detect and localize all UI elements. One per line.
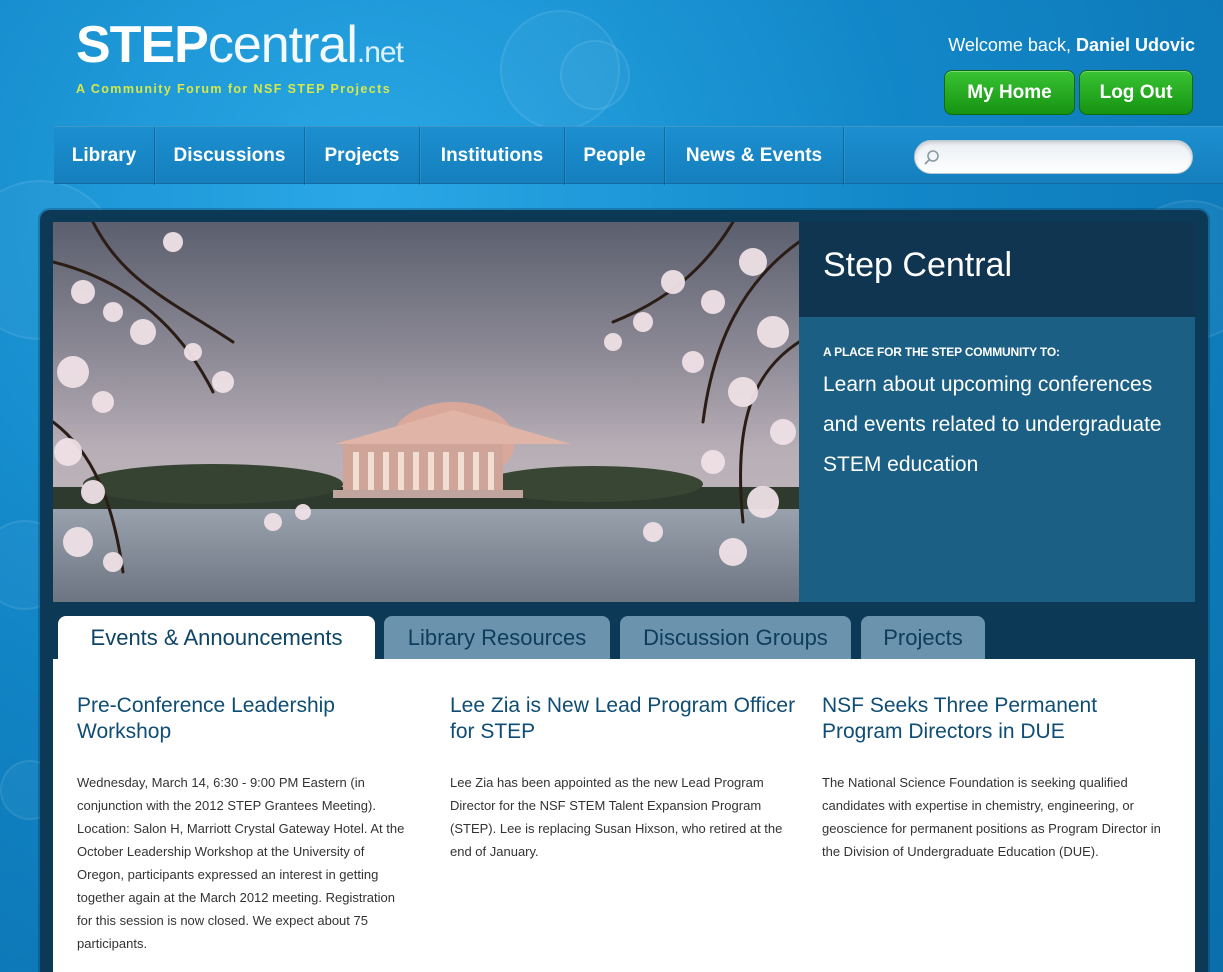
article-body: Wednesday, March 14, 6:30 - 9:00 PM East… xyxy=(77,775,405,951)
tab-content: Pre-Conference Leadership Workshop Wedne… xyxy=(53,659,1195,972)
tab-library-resources[interactable]: Library Resources xyxy=(384,616,610,659)
nav-item-discussions[interactable]: Discussions xyxy=(155,127,305,185)
article-body: Lee Zia has been appointed as the new Le… xyxy=(450,775,783,859)
logo-light-text: central xyxy=(207,16,358,74)
article-title[interactable]: Lee Zia is New Lead Program Officer for … xyxy=(450,693,800,745)
hero-image xyxy=(53,222,799,602)
nav-item-people[interactable]: People xyxy=(565,127,665,185)
welcome-message: Welcome back, Daniel Udovic xyxy=(948,35,1195,56)
nav-item-projects[interactable]: Projects xyxy=(305,127,420,185)
hero-description: Learn about upcoming conferences and eve… xyxy=(823,373,1162,476)
log-out-button[interactable]: Log Out xyxy=(1079,70,1193,115)
article-card: NSF Seeks Three Permanent Program Direct… xyxy=(822,693,1167,863)
search-icon[interactable] xyxy=(923,149,941,167)
search-input[interactable] xyxy=(943,141,1183,173)
tab-events-announcements[interactable]: Events & Announcements xyxy=(58,616,375,659)
logo-tld-text: .net xyxy=(356,36,404,69)
site-header: STEPcentral.net A Community Forum for NS… xyxy=(0,0,1223,126)
my-home-button[interactable]: My Home xyxy=(944,70,1075,115)
nav-item-institutions[interactable]: Institutions xyxy=(420,127,565,185)
search-box xyxy=(914,140,1193,174)
article-body: The National Science Foundation is seeki… xyxy=(822,775,1161,859)
nav-item-library[interactable]: Library xyxy=(54,127,155,185)
logo-tagline: A Community Forum for NSF STEP Projects xyxy=(76,82,392,96)
site-logo[interactable]: STEPcentral.net A Community Forum for NS… xyxy=(76,16,404,96)
tab-discussion-groups[interactable]: Discussion Groups xyxy=(620,616,851,659)
hero-kicker: A PLACE FOR THE STEP COMMUNITY TO: xyxy=(823,345,1060,359)
logo-bold-text: STEP xyxy=(76,16,209,74)
article-card: Lee Zia is New Lead Program Officer for … xyxy=(450,693,800,863)
hero-title: Step Central xyxy=(823,246,1012,284)
article-card: Pre-Conference Leadership Workshop Wedne… xyxy=(77,693,407,955)
logo-wordmark: STEPcentral.net xyxy=(76,16,404,80)
article-title[interactable]: NSF Seeks Three Permanent Program Direct… xyxy=(822,693,1167,745)
hero-title-bar: Step Central xyxy=(799,222,1195,317)
user-name: Daniel Udovic xyxy=(1075,35,1195,55)
welcome-prefix: Welcome back, xyxy=(948,35,1071,55)
article-title[interactable]: Pre-Conference Leadership Workshop xyxy=(77,693,407,745)
nav-item-news-events[interactable]: News & Events xyxy=(665,127,844,185)
hero-body: A PLACE FOR THE STEP COMMUNITY TO: Learn… xyxy=(799,317,1195,602)
tab-projects[interactable]: Projects xyxy=(861,616,985,659)
hero-sidebar: Step Central A PLACE FOR THE STEP COMMUN… xyxy=(799,222,1195,602)
